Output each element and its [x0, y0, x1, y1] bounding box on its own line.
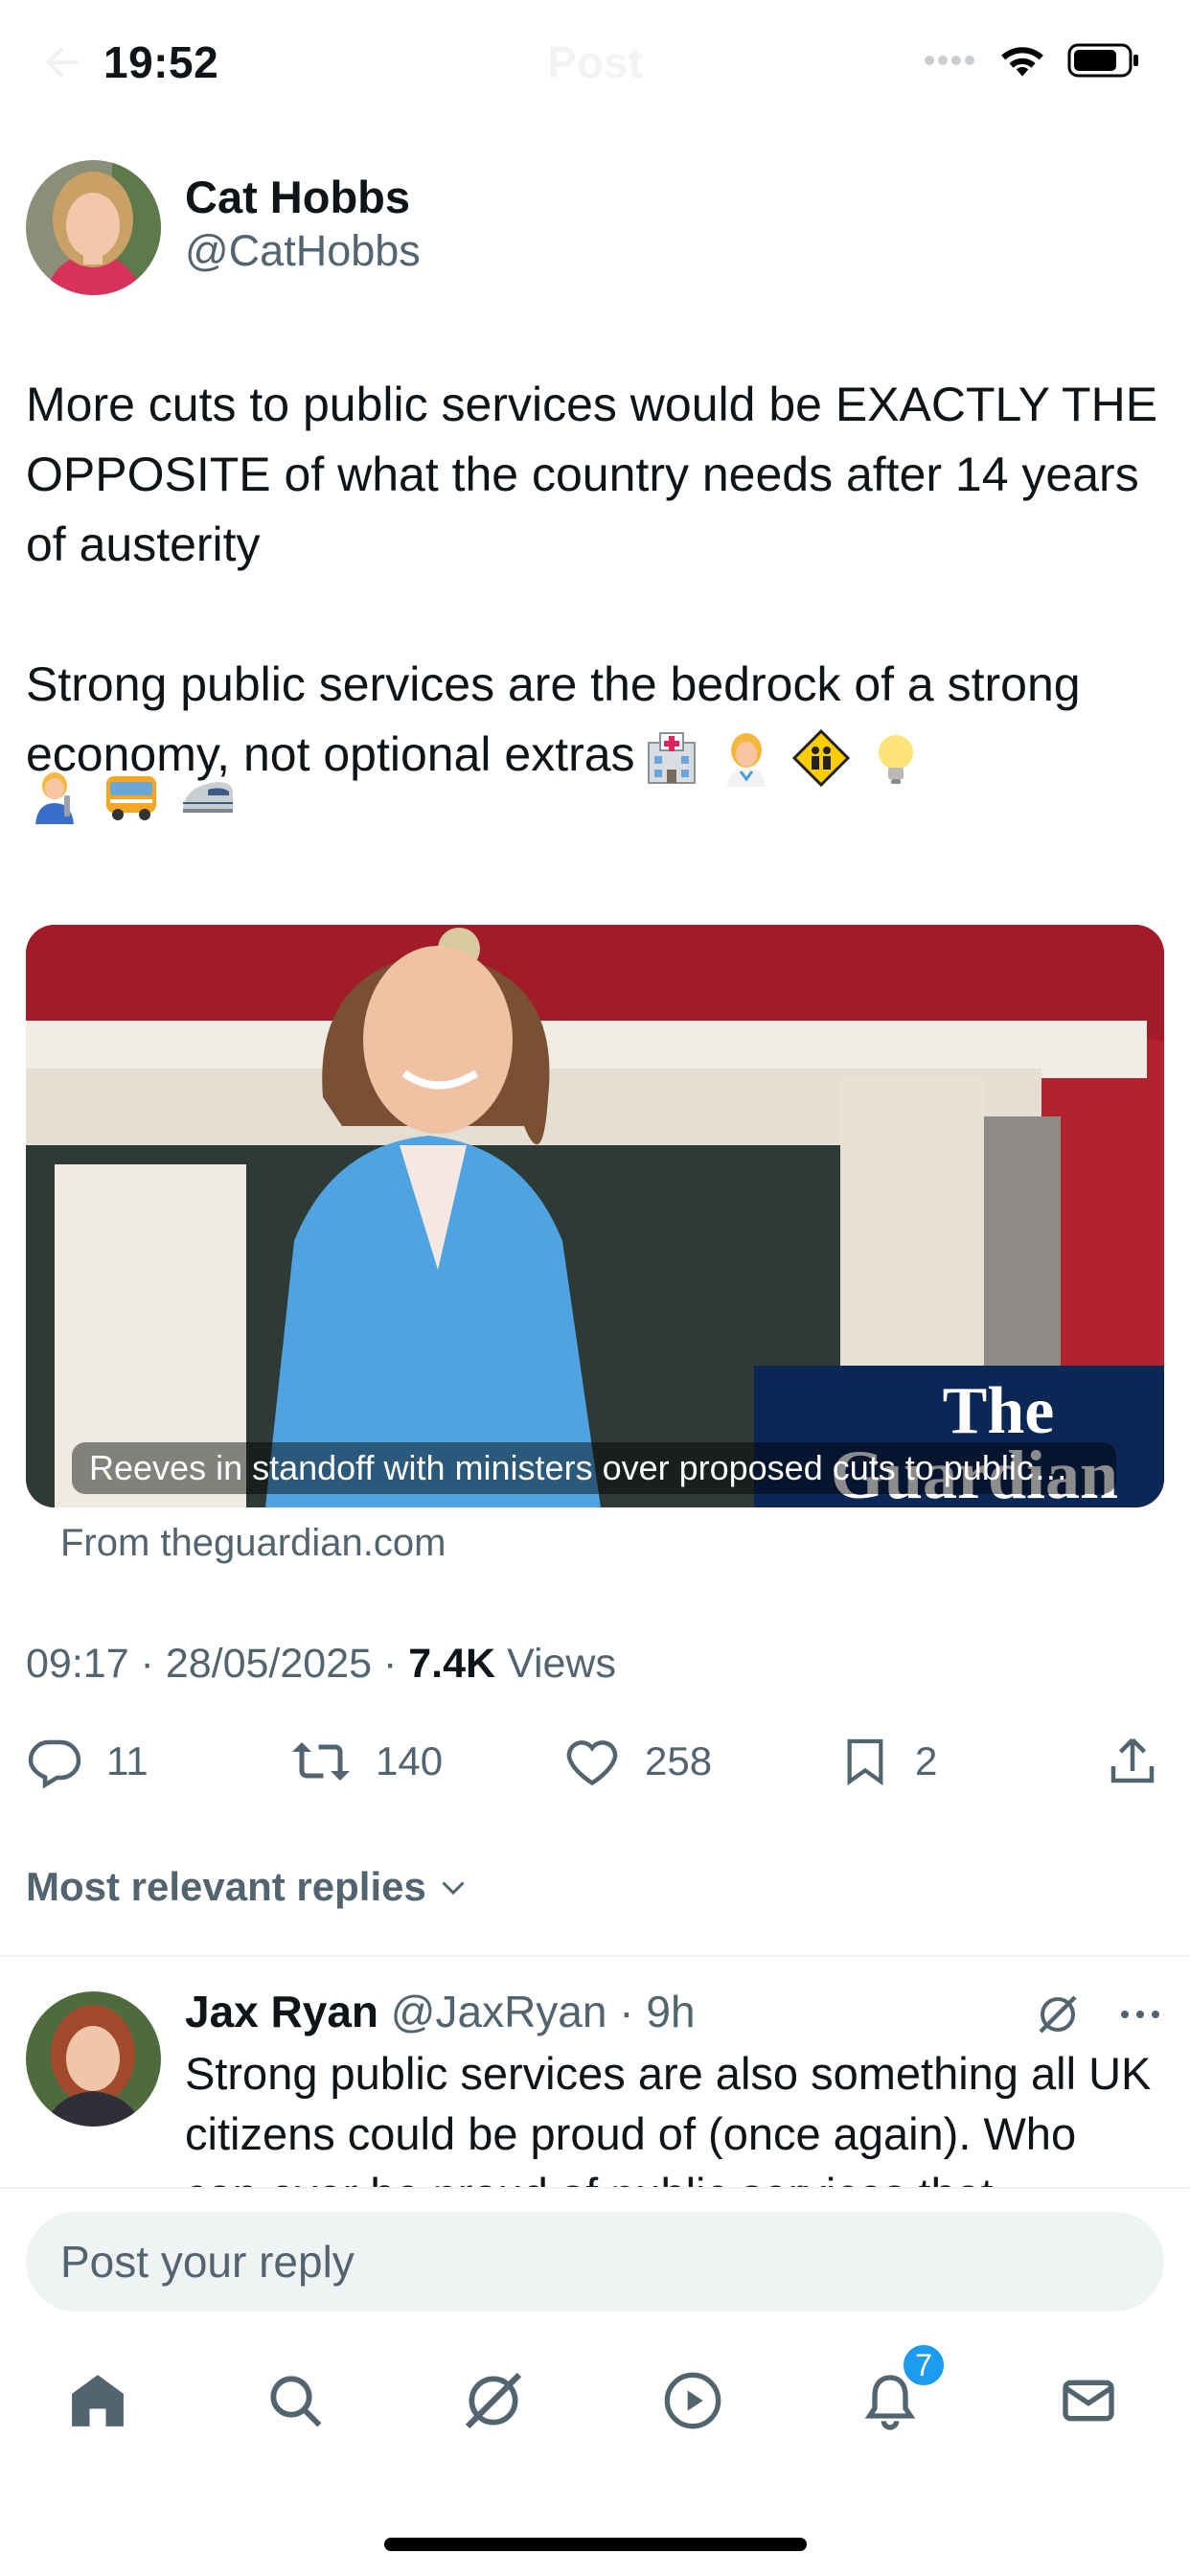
author-handle[interactable]: @CatHobbs: [185, 226, 421, 276]
health-worker-emoji-icon: [726, 732, 766, 787]
reply-icon: [28, 1739, 81, 1789]
reply-age: 9h: [646, 1987, 696, 2036]
grok-icon[interactable]: [1035, 1991, 1081, 2037]
share-icon: [1110, 1737, 1155, 1783]
reply-header: Jax Ryan @JaxRyan · 9h: [185, 1987, 696, 2036]
repost-button[interactable]: 140: [289, 1733, 443, 1790]
reply-header-actions: [1035, 1991, 1161, 2037]
search-icon: [270, 2376, 322, 2427]
chevron-down-icon: [442, 1881, 465, 1896]
heart-icon: [566, 1740, 618, 1786]
grok-icon: [465, 2372, 522, 2429]
post-meta: 09:17 · 28/05/2025 · 7.4K Views: [26, 1641, 616, 1687]
more-options-icon[interactable]: [1119, 2009, 1161, 2020]
like-count: 258: [645, 1738, 713, 1783]
bookmark-button[interactable]: 2: [838, 1733, 937, 1790]
author-avatar[interactable]: [26, 160, 161, 295]
status-time: 19:52: [103, 37, 219, 87]
light-bulb-emoji-icon: [878, 734, 913, 784]
reply-text: Strong public services are also somethin…: [185, 2048, 1152, 2187]
reply-input[interactable]: [26, 2212, 1164, 2312]
mechanic-emoji-icon: [35, 772, 74, 824]
replies-sort-dropdown[interactable]: Most relevant replies: [26, 1864, 470, 1910]
home-icon: [72, 2375, 124, 2426]
repost-count: 140: [376, 1738, 444, 1783]
bottom-tab-bar: 7: [0, 2341, 1190, 2468]
post-text: More cuts to public services would be EX…: [26, 370, 1166, 790]
author-name[interactable]: Cat Hobbs: [185, 171, 410, 223]
post-views-label[interactable]: Views: [507, 1641, 616, 1687]
home-indicator: [384, 2538, 807, 2551]
tab-search[interactable]: [247, 2353, 343, 2449]
share-button[interactable]: [1104, 1733, 1161, 1790]
tab-home[interactable]: [50, 2353, 146, 2449]
status-indicators: [924, 42, 1140, 79]
tab-notifications[interactable]: 7: [842, 2341, 948, 2449]
mail-icon: [1063, 2380, 1114, 2422]
repost-icon: [292, 1742, 350, 1781]
play-icon: [664, 2372, 721, 2429]
notifications-badge: 7: [900, 2341, 948, 2389]
post-emojis-row: [26, 767, 237, 824]
post-time: 09:17: [26, 1641, 129, 1687]
link-card[interactable]: The Guardian Reeves in standoff with min…: [26, 925, 1164, 1507]
tab-grok[interactable]: [446, 2353, 541, 2449]
reply-author-handle[interactable]: @JaxRyan: [391, 1987, 607, 2036]
bus-emoji-icon: [106, 776, 156, 820]
hospital-emoji-icon: [647, 731, 696, 784]
replies-sort-label: Most relevant replies: [26, 1864, 426, 1909]
reply-button[interactable]: 11: [26, 1733, 149, 1790]
bookmark-icon: [847, 1738, 883, 1786]
reply-author-name[interactable]: Jax Ryan: [185, 1987, 378, 2036]
children-crossing-emoji-icon: [791, 728, 850, 787]
post-views-count: 7.4K: [408, 1641, 496, 1687]
cellular-signal-icon: [925, 56, 974, 65]
post-actions: 11 140 258 2: [26, 1733, 1166, 1800]
tab-videos[interactable]: [645, 2353, 741, 2449]
post-text-body: More cuts to public services would be EX…: [26, 378, 1158, 781]
divider: [0, 1955, 1190, 1957]
high-speed-train-emoji-icon: [183, 782, 234, 813]
link-card-image: The Guardian: [26, 925, 1164, 1507]
reply-avatar[interactable]: [26, 1991, 161, 2127]
battery-icon: [1067, 43, 1138, 78]
link-card-caption: Reeves in standoff with ministers over p…: [72, 1442, 1116, 1494]
tab-messages[interactable]: [1041, 2353, 1136, 2449]
post-emojis-inline: [643, 728, 925, 787]
wifi-icon: [1001, 47, 1043, 77]
reply-count: 11: [106, 1738, 149, 1783]
bookmark-count: 2: [915, 1738, 938, 1783]
link-card-source[interactable]: From theguardian.com: [60, 1522, 446, 1565]
like-button[interactable]: 258: [562, 1733, 712, 1790]
post-date: 28/05/2025: [165, 1641, 373, 1687]
